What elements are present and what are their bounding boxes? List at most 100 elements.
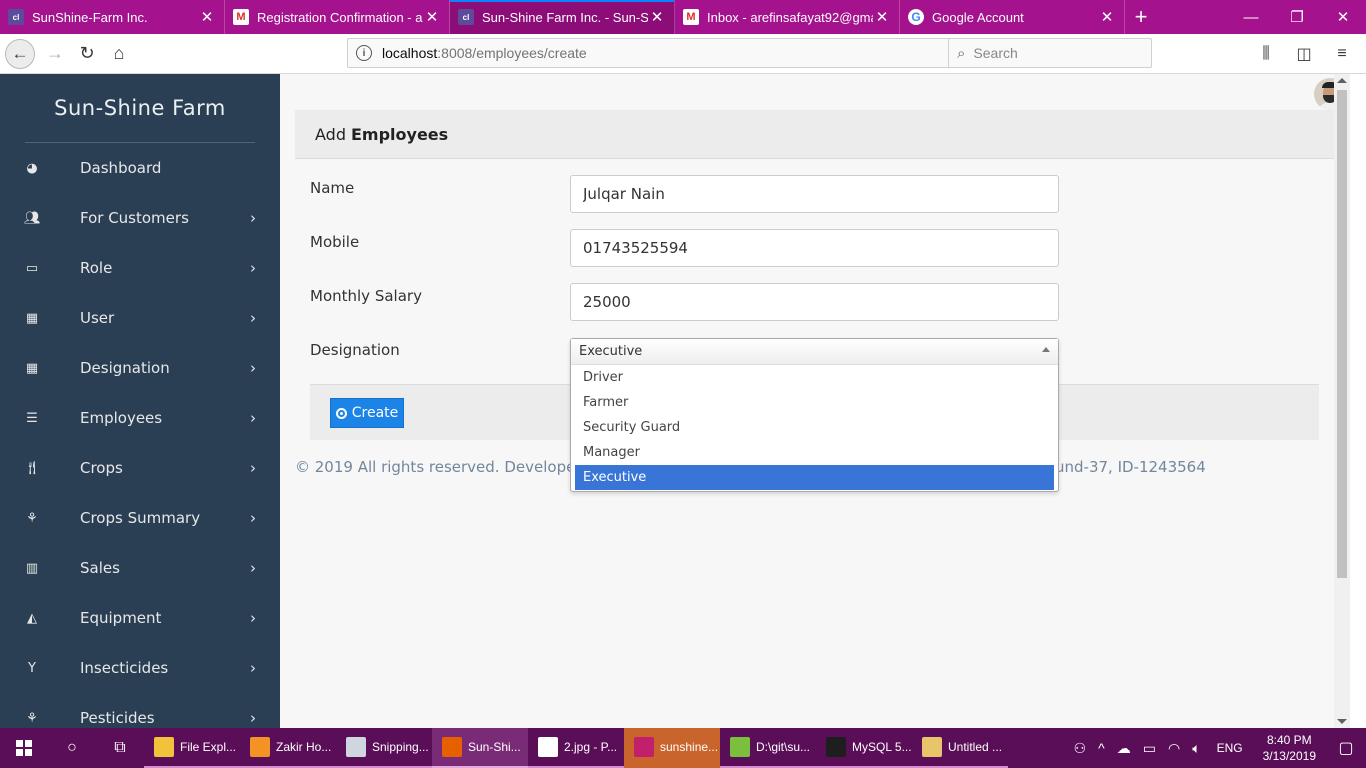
sidebar-item-designation[interactable]: ▦ Designation › — [0, 343, 280, 393]
close-icon[interactable]: ✕ — [1098, 8, 1116, 26]
designation-option[interactable]: Executive — [575, 465, 1054, 490]
gmail-icon: M — [683, 9, 699, 25]
new-tab-icon[interactable]: + — [1125, 0, 1157, 34]
browser-tab[interactable]: cl SunShine-Farm Inc. ✕ — [0, 0, 225, 34]
scroll-down-icon[interactable] — [1337, 719, 1347, 724]
close-icon[interactable]: ✕ — [423, 8, 441, 26]
browser-tab[interactable]: M Registration Confirmation - ahm ✕ — [225, 0, 450, 34]
intellij-icon — [634, 737, 654, 757]
sidebar-item-crops-summary[interactable]: ⚘ Crops Summary › — [0, 493, 280, 543]
chevron-up-icon[interactable]: ^ — [1092, 740, 1111, 756]
chevron-right-icon: › — [250, 559, 256, 577]
designation-selected-value[interactable]: Executive — [571, 339, 1058, 365]
browser-tab-active[interactable]: cl Sun-Shine Farm Inc. - Sun-Shine ✕ — [450, 0, 675, 34]
minimize-icon[interactable]: — — [1228, 0, 1274, 34]
sidebar-toggle-icon[interactable]: ◫ — [1288, 38, 1320, 70]
taskbar-app[interactable]: Sun-Shi... — [432, 728, 528, 768]
page-title: Add Employees — [295, 110, 1334, 159]
hamburger-menu-icon[interactable]: ≡ — [1326, 38, 1358, 70]
forward-arrow-icon[interactable]: → — [39, 38, 71, 70]
sidebar-item-role[interactable]: ▭ Role › — [0, 243, 280, 293]
language-indicator[interactable]: ENG — [1207, 741, 1253, 755]
reload-icon[interactable]: ↻ — [71, 38, 103, 70]
notepad-icon — [730, 737, 750, 757]
chevron-right-icon: › — [250, 209, 256, 227]
footer: © 2019 All rights reserved. Developed b … — [295, 458, 1206, 476]
notification-icon[interactable]: ▢ — [1326, 738, 1366, 758]
taskbar-app-label: sunshine... — [660, 740, 719, 754]
info-icon[interactable]: i — [356, 45, 372, 61]
chevron-right-icon: › — [250, 709, 256, 727]
designation-option[interactable]: Manager — [575, 440, 1054, 465]
taskbar-app[interactable]: Untitled ... — [912, 728, 1008, 768]
salary-field[interactable] — [570, 283, 1059, 321]
url-bar[interactable]: i localhost:8008/employees/create ••• ♡ … — [347, 38, 1047, 68]
close-icon[interactable]: ✕ — [648, 8, 666, 26]
taskbar-app[interactable]: sunshine... — [624, 728, 720, 768]
back-arrow-icon[interactable]: ← — [5, 38, 35, 69]
brand-title[interactable]: Sun-Shine Farm — [0, 74, 280, 142]
sidebar-item-employees[interactable]: ☰ Employees › — [0, 393, 280, 443]
search-input[interactable]: ⌕ Search — [948, 38, 1152, 68]
library-icon[interactable]: ⫼ — [1250, 38, 1282, 70]
tab-title: Sun-Shine Farm Inc. - Sun-Shine — [482, 9, 648, 25]
taskbar-app[interactable]: File Expl... — [144, 728, 240, 768]
close-icon[interactable]: ✕ — [873, 8, 891, 26]
clock[interactable]: 8:40 PM 3/13/2019 — [1253, 732, 1326, 764]
task-view-icon[interactable]: ⧉ — [96, 728, 144, 768]
browser-tab[interactable]: M Inbox - arefinsafayat92@gmail.c ✕ — [675, 0, 900, 34]
mobile-field[interactable] — [570, 229, 1059, 267]
sidebar-item-label: User — [80, 309, 115, 327]
restore-icon[interactable]: ❐ — [1274, 0, 1320, 34]
taskbar-app[interactable]: 2.jpg - P... — [528, 728, 624, 768]
sidebar-item-crops[interactable]: 🍴︎ Crops › — [0, 443, 280, 493]
sidebar-item-pesticides[interactable]: ⚘ Pesticides › — [0, 693, 280, 728]
taskbar-app-label: Zakir Ho... — [276, 740, 332, 754]
taskbar-apps: File Expl... Zakir Ho... Snipping... Sun-Sh… — [144, 728, 1008, 768]
taskbar-app[interactable]: Snipping... — [336, 728, 432, 768]
cortana-icon[interactable]: ○ — [48, 728, 96, 768]
window-controls: — ❐ ✕ — [1228, 0, 1366, 34]
taskbar-app-label: MySQL 5... — [852, 740, 912, 754]
taskbar-app-label: File Expl... — [180, 740, 237, 754]
url-text: localhost:8008/employees/create — [382, 45, 587, 61]
people-icon[interactable]: ⚇ — [1068, 740, 1093, 757]
chevron-right-icon: › — [250, 659, 256, 677]
users-icon: 👥︎ — [24, 210, 41, 226]
scissors-icon — [346, 737, 366, 757]
designation-option[interactable]: Driver — [575, 365, 1054, 390]
home-icon[interactable]: ⌂ — [103, 38, 135, 70]
designation-option[interactable]: Farmer — [575, 390, 1054, 415]
onedrive-icon[interactable]: ☁ — [1111, 740, 1137, 757]
designation-option[interactable]: Security Guard — [575, 415, 1054, 440]
taskbar-app[interactable]: MySQL 5... — [816, 728, 912, 768]
search-placeholder: Search — [973, 45, 1018, 61]
create-button[interactable]: Create — [330, 398, 404, 428]
volume-icon[interactable]: 🔈︎ — [1186, 740, 1206, 757]
close-icon[interactable]: ✕ — [198, 8, 216, 26]
wifi-icon[interactable]: ◠ — [1162, 740, 1186, 757]
sidebar-item-dashboard[interactable]: ◕ Dashboard — [0, 143, 280, 193]
designation-select[interactable]: Executive Driver Farmer Security Guard Mana… — [570, 338, 1059, 492]
sidebar-item-sales[interactable]: ▥ Sales › — [0, 543, 280, 593]
scrollbar-thumb[interactable] — [1337, 90, 1347, 578]
sidebar-item-user[interactable]: ▦ User › — [0, 293, 280, 343]
taskbar-app[interactable]: Zakir Ho... — [240, 728, 336, 768]
taskbar-app[interactable]: D:\git\su... — [720, 728, 816, 768]
caret-up-icon — [1042, 347, 1050, 352]
browser-tab[interactable]: G Google Account ✕ — [900, 0, 1125, 34]
sidebar-item-equipment[interactable]: ◭ Equipment › — [0, 593, 280, 643]
name-field[interactable] — [570, 175, 1059, 213]
sidebar-item-label: Employees — [80, 409, 163, 427]
scroll-up-icon[interactable] — [1337, 78, 1347, 83]
windows-start-icon[interactable] — [0, 728, 48, 768]
battery-icon[interactable]: ▭ — [1137, 740, 1162, 757]
page-scrollbar[interactable] — [1334, 74, 1350, 728]
sidebar-item-for-customers[interactable]: 👥︎ For Customers › — [0, 193, 280, 243]
chevron-right-icon: › — [250, 609, 256, 627]
sidebar-item-label: Designation — [80, 359, 170, 377]
close-window-icon[interactable]: ✕ — [1320, 0, 1366, 34]
taskbar-app-label: 2.jpg - P... — [564, 740, 618, 754]
leaf-icon: ⚘ — [26, 710, 38, 726]
sidebar-item-insecticides[interactable]: Y Insecticides › — [0, 643, 280, 693]
